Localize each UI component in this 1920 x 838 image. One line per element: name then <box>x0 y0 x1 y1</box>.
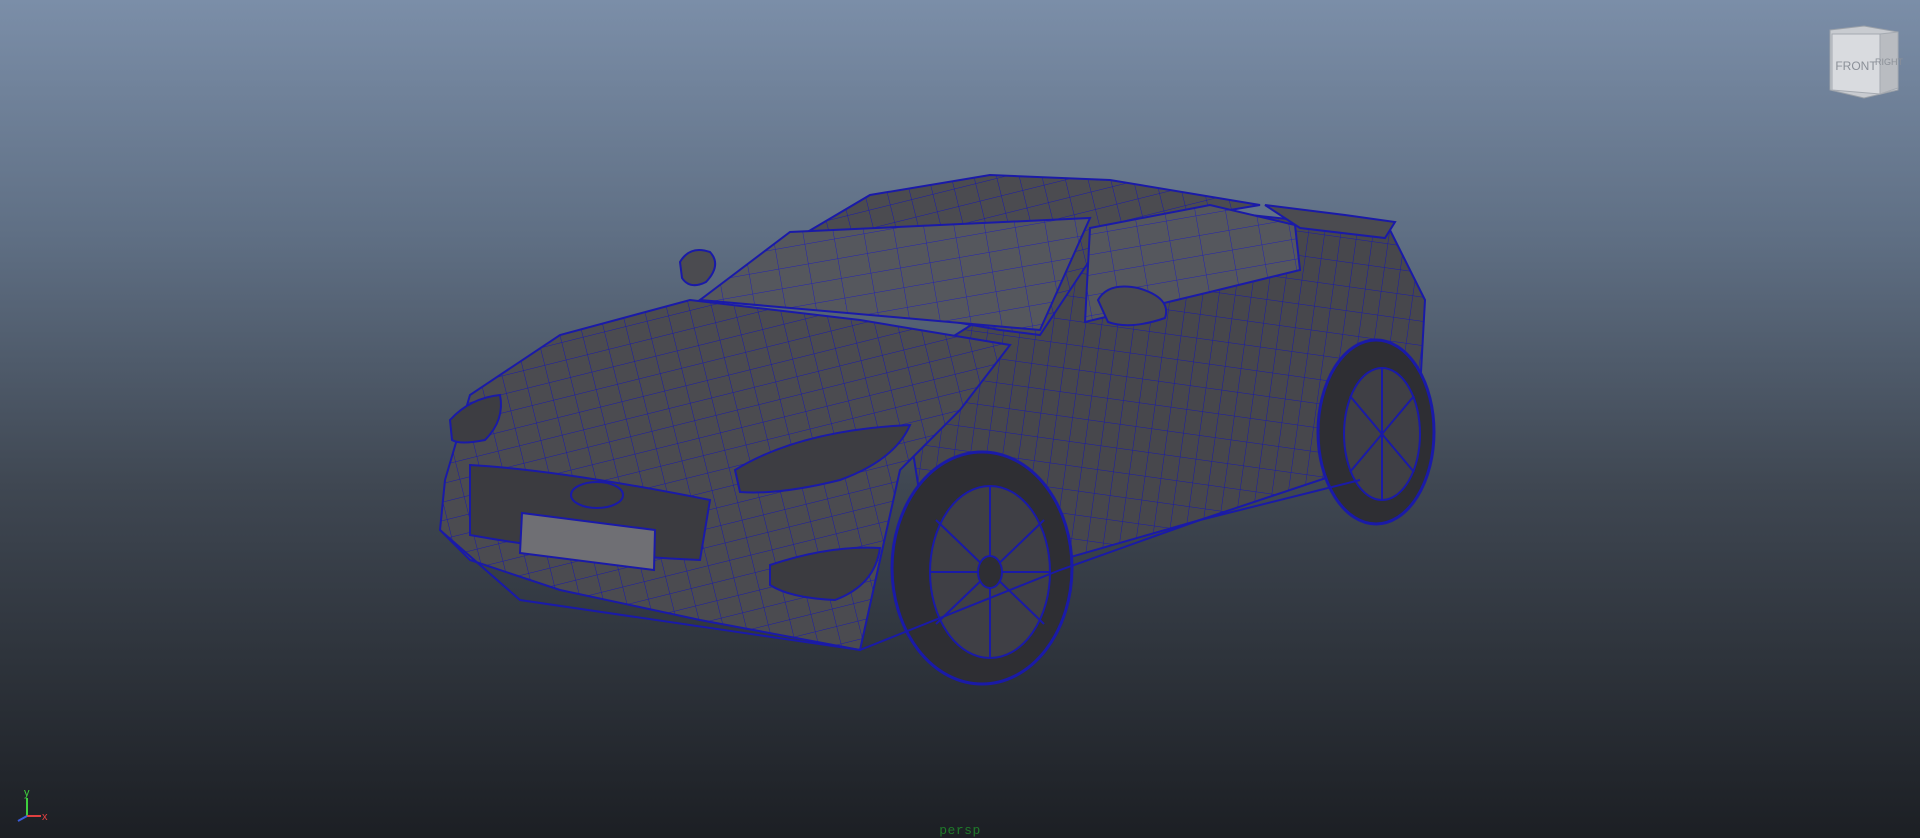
axis-indicator: y x <box>10 785 54 825</box>
axis-x-label: x <box>42 811 48 823</box>
car-model[interactable] <box>0 0 1920 838</box>
car-mirror-left <box>678 249 717 287</box>
camera-name-label: persp <box>939 823 981 838</box>
view-cube-front-label: FRONT <box>1835 59 1877 73</box>
view-cube-right-label: RIGHT <box>1875 57 1904 67</box>
viewport-3d[interactable]: FRONT RIGHT y x persp <box>0 0 1920 838</box>
axis-y-label: y <box>24 787 30 799</box>
car-wheel-rear <box>1316 338 1436 526</box>
axis-z-line <box>17 815 28 822</box>
car-wheel-front <box>890 450 1074 686</box>
view-cube[interactable]: FRONT RIGHT <box>1820 20 1904 100</box>
car-logo <box>570 481 624 509</box>
